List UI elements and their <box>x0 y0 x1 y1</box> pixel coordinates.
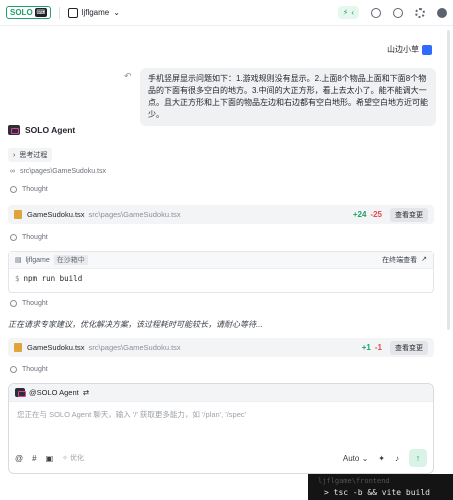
mention-icon[interactable]: @ <box>15 454 23 463</box>
terminal-path-line: ljflgame\frontend <box>318 477 390 485</box>
bulb-icon <box>10 186 17 193</box>
thought-label: Thought <box>22 300 48 307</box>
user-icon[interactable] <box>437 7 447 18</box>
file-reference[interactable]: ∞ src\pages\GameSudoku.tsx <box>10 168 106 175</box>
scrollbar[interactable] <box>447 30 450 330</box>
arrow-up-right-icon: ↗ <box>421 256 427 263</box>
image-icon[interactable]: ▣ <box>46 454 54 463</box>
sparkle-icon: ✧ <box>62 455 70 462</box>
topbar-actions: ⚡ ‹ <box>337 6 447 19</box>
chat-icon[interactable] <box>371 7 381 18</box>
file-icon <box>14 210 22 219</box>
send-button[interactable]: ↑ <box>409 449 427 467</box>
model-selector[interactable]: Auto ⌄ <box>343 454 368 463</box>
terminal-icon: ▤ <box>15 257 22 264</box>
open-in-terminal-label: 在终端查看 <box>382 257 418 264</box>
chevron-right-icon: › <box>13 151 16 159</box>
diff-removed: -1 <box>374 343 382 352</box>
view-changes-button[interactable]: 查看变更 <box>390 207 428 222</box>
chevron-down-icon: ⌄ <box>113 8 120 17</box>
model-label: Auto <box>342 453 360 463</box>
bulb-icon <box>10 234 17 241</box>
user-avatar <box>422 44 432 55</box>
optimize-button[interactable]: ✧ 优化 <box>62 453 84 463</box>
agent-icon <box>15 388 26 397</box>
diff-added: +1 <box>361 343 371 352</box>
glasses-icon: ∞ <box>10 168 15 175</box>
prompt-symbol: $ <box>15 274 20 283</box>
composer-mention-bar: @SOLO Agent ⇄ <box>9 384 433 402</box>
terminal-name: ljflgame <box>25 256 50 264</box>
bulb-icon <box>10 300 17 307</box>
chat-input[interactable]: 您正在与 SOLO Agent 聊天，输入 '/' 获取更多能力，如 '/pla… <box>9 402 433 427</box>
terminal-badge-icon: ⌨ <box>34 8 47 17</box>
file-change-card[interactable]: GameSudoku.tsx src\pages\GameSudoku.tsx … <box>8 205 434 224</box>
swap-icon[interactable]: ⇄ <box>83 388 89 397</box>
composer-actions: Auto ⌄ ✦ ♪ ↑ <box>343 449 427 467</box>
chat-composer: @SOLO Agent ⇄ 您正在与 SOLO Agent 聊天，输入 '/' … <box>8 383 434 474</box>
chevron-left-icon: ‹ <box>351 8 354 17</box>
project-selector[interactable]: ljflgame ⌄ <box>67 7 120 18</box>
thinking-label: 思考过程 <box>19 152 48 159</box>
sparkle-plus-icon[interactable]: ✦ <box>378 454 385 463</box>
agent-name: SOLO Agent <box>25 125 76 135</box>
thought-item[interactable]: Thought <box>10 300 48 307</box>
thinking-toggle[interactable]: › 思考过程 <box>8 148 53 162</box>
file-name: GameSudoku.tsx <box>27 343 85 352</box>
background-terminal: ljflgame\frontend > tsc -b && vite build <box>308 474 453 500</box>
thought-item[interactable]: Thought <box>10 234 48 241</box>
bolt-button[interactable]: ⚡ ‹ <box>337 6 359 19</box>
diff-stats: +24 -25 <box>353 210 382 219</box>
agent-icon <box>8 125 20 135</box>
terminal-command: $ npm run build <box>9 269 433 288</box>
user-message: 手机竖屏显示问题如下：1.游戏规则没有显示。2.上面8个物品上面和下面8个物品的… <box>140 68 436 126</box>
file-change-card[interactable]: GameSudoku.tsx src\pages\GameSudoku.tsx … <box>8 338 434 357</box>
clock-icon[interactable] <box>393 7 403 18</box>
command-text: npm run build <box>23 274 83 283</box>
open-in-terminal-link[interactable]: 在终端查看 ↗ <box>382 255 427 265</box>
diff-added: +24 <box>352 210 367 219</box>
file-reference-path: src\pages\GameSudoku.tsx <box>20 168 106 175</box>
divider <box>58 6 60 19</box>
agent-mention: @SOLO Agent <box>29 388 79 397</box>
solo-logo[interactable]: SOLO ⌨ <box>6 6 51 19</box>
agent-header: SOLO Agent <box>8 125 75 135</box>
bolt-icon: ⚡ <box>342 8 349 17</box>
top-bar: SOLO ⌨ ljflgame ⌄ ⚡ ‹ <box>0 0 453 26</box>
thought-item[interactable]: Thought <box>10 186 48 193</box>
user-header: 山边小草 <box>387 44 432 55</box>
thought-label: Thought <box>22 234 48 241</box>
thought-label: Thought <box>22 366 48 373</box>
solo-logo-text: SOLO <box>10 8 33 17</box>
undo-icon[interactable]: ↶ <box>124 71 132 82</box>
sandbox-badge: 在沙箱中 <box>53 255 88 265</box>
settings-icon[interactable] <box>415 7 425 18</box>
project-icon <box>67 7 78 18</box>
terminal-command-line: > tsc -b && vite build <box>324 488 430 497</box>
thought-label: Thought <box>22 186 48 193</box>
file-path: src\pages\GameSudoku.tsx <box>88 343 181 352</box>
diff-removed: -25 <box>370 210 382 219</box>
thought-item[interactable]: Thought <box>10 366 48 373</box>
file-name: GameSudoku.tsx <box>27 210 85 219</box>
terminal-card: ▤ ljflgame 在沙箱中 在终端查看 ↗ $ npm run build <box>8 251 434 293</box>
file-icon <box>14 343 22 352</box>
hash-icon[interactable]: # <box>32 454 36 463</box>
optimize-label: 优化 <box>69 455 84 462</box>
chevron-down-icon: ⌄ <box>361 453 369 463</box>
user-name: 山边小草 <box>387 45 419 54</box>
terminal-header: ▤ ljflgame 在沙箱中 在终端查看 ↗ <box>9 252 433 269</box>
microphone-icon[interactable]: ♪ <box>395 454 399 463</box>
project-name: ljflgame <box>81 8 110 17</box>
file-path: src\pages\GameSudoku.tsx <box>88 210 181 219</box>
bulb-icon <box>10 366 17 373</box>
status-message: 正在请求专家建议，优化解决方案，该过程耗时可能较长，请耐心等待... <box>8 320 263 329</box>
arrow-up-icon: ↑ <box>415 453 421 463</box>
diff-stats: +1 -1 <box>362 343 382 352</box>
composer-toolbar: @ # ▣ ✧ 优化 Auto ⌄ ✦ ♪ ↑ <box>15 449 427 467</box>
view-changes-button[interactable]: 查看变更 <box>390 340 428 355</box>
